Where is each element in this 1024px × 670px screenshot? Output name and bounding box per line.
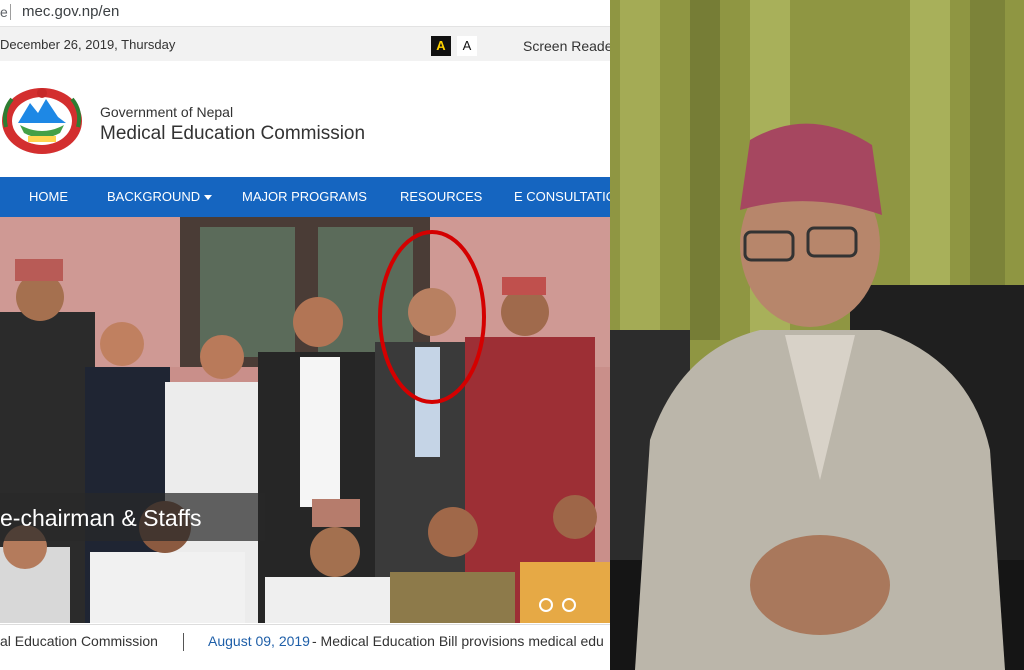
nav-major-programs[interactable]: MAJOR PROGRAMS <box>242 189 367 204</box>
main-navigation: HOME BACKGROUND MAJOR PROGRAMS RESOURCES… <box>0 177 610 217</box>
normal-font-button[interactable]: A <box>457 36 477 56</box>
current-date: December 26, 2019, Thursday <box>0 37 176 52</box>
nav-background[interactable]: BACKGROUND <box>107 189 213 204</box>
nav-background-label: BACKGROUND <box>107 189 201 204</box>
portrait-image <box>610 0 1024 670</box>
image-slider[interactable] <box>0 217 610 623</box>
top-info-bar: December 26, 2019, Thursday A A Screen R… <box>0 27 610 61</box>
nav-home[interactable]: HOME <box>29 189 68 204</box>
address-bar-fragment: e <box>0 4 8 20</box>
site-title-line2[interactable]: Medical Education Commission <box>100 123 365 145</box>
slider-dot-1[interactable] <box>539 598 553 612</box>
site-title-line1: Government of Nepal <box>100 104 234 120</box>
ticker-org-text: al Education Commission <box>0 633 158 649</box>
slide-caption: e-chairman & Staffs <box>0 505 202 531</box>
address-url[interactable]: mec.gov.np/en <box>22 3 119 20</box>
nepal-emblem-icon[interactable] <box>0 81 85 156</box>
nav-resources[interactable]: RESOURCES <box>400 189 482 204</box>
ticker-headline[interactable]: - Medical Education Bill provisions medi… <box>312 633 604 649</box>
slider-dot-2[interactable] <box>562 598 576 612</box>
portrait-photo <box>610 0 1024 670</box>
website-screenshot: e mec.gov.np/en December 26, 2019, Thurs… <box>0 0 610 670</box>
nav-e-consultation[interactable]: E CONSULTATIO <box>514 189 610 204</box>
ticker-date[interactable]: August 09, 2019 <box>208 633 310 649</box>
site-header: Government of Nepal Medical Education Co… <box>0 61 610 176</box>
ticker-divider <box>183 633 184 651</box>
screen-reader-link[interactable]: Screen Reade <box>523 38 610 54</box>
news-ticker: al Education Commission August 09, 2019 … <box>0 624 610 670</box>
high-contrast-font-button[interactable]: A <box>431 36 451 56</box>
group-photo <box>0 217 610 623</box>
address-separator <box>10 4 11 20</box>
browser-address-bar[interactable]: e mec.gov.np/en <box>0 0 610 27</box>
chevron-down-icon <box>204 195 213 201</box>
